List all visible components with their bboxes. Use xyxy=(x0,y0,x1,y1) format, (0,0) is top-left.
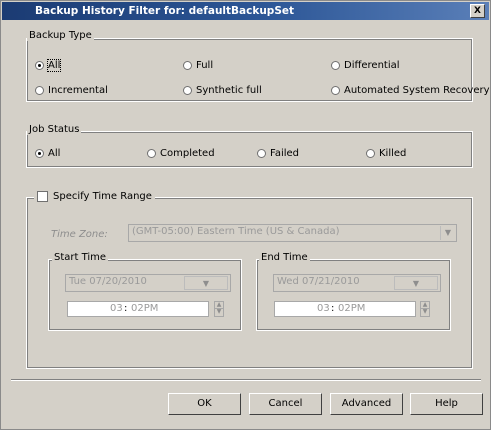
end-date-picker[interactable]: Wed 07/21/2010 ▼ xyxy=(273,274,441,292)
backup-type-differential-radio[interactable]: Differential xyxy=(331,58,400,72)
start-time-spinner[interactable]: ▲ ▼ xyxy=(214,301,224,317)
start-time-group xyxy=(48,259,242,331)
end-date-dropdown-button[interactable]: ▼ xyxy=(394,276,438,290)
end-time-legend: End Time xyxy=(259,252,310,263)
radio-icon xyxy=(35,85,44,95)
start-date-picker[interactable]: Tue 07/20/2010 ▼ xyxy=(65,274,231,292)
ok-button[interactable]: OK xyxy=(168,393,241,415)
end-time-minute[interactable]: 02PM xyxy=(338,302,365,316)
start-time-minute[interactable]: 02PM xyxy=(131,302,158,316)
radio-icon xyxy=(331,60,340,70)
time-zone-dropdown-button[interactable]: ▼ xyxy=(440,226,455,240)
end-time-spinner[interactable]: ▲ ▼ xyxy=(420,301,430,317)
start-date-dropdown-button[interactable]: ▼ xyxy=(184,276,228,290)
backup-type-full-label: Full xyxy=(196,59,214,71)
help-button[interactable]: Help xyxy=(410,393,483,415)
job-status-legend: Job Status xyxy=(27,124,82,135)
time-zone-label: Time Zone: xyxy=(51,229,108,240)
radio-icon xyxy=(257,148,266,158)
backup-type-legend: Backup Type xyxy=(27,30,94,41)
time-zone-dropdown[interactable]: (GMT-05:00) Eastern Time (US & Canada) ▼ xyxy=(128,224,457,242)
job-status-failed-label: Failed xyxy=(270,147,300,159)
start-time-hour[interactable]: 03 xyxy=(110,302,123,316)
radio-selected-icon xyxy=(35,148,44,158)
time-zone-value: (GMT-05:00) Eastern Time (US & Canada) xyxy=(132,226,340,237)
button-separator xyxy=(11,379,481,381)
backup-type-asr-label: Automated System Recovery xyxy=(344,84,490,96)
radio-icon xyxy=(366,148,375,158)
start-date-value: Tue 07/20/2010 xyxy=(69,276,147,287)
advanced-button[interactable]: Advanced xyxy=(330,393,403,415)
job-status-completed-label: Completed xyxy=(160,147,215,159)
job-status-completed-radio[interactable]: Completed xyxy=(147,146,215,160)
start-time-colon: : xyxy=(124,303,128,314)
backup-type-asr-radio[interactable]: Automated System Recovery xyxy=(331,83,490,97)
backup-history-filter-dialog: Backup History Filter for: defaultBackup… xyxy=(0,0,491,430)
job-status-killed-radio[interactable]: Killed xyxy=(366,146,406,160)
specify-time-range-checkbox[interactable] xyxy=(37,190,48,202)
chevron-down-icon: ▼ xyxy=(444,228,452,237)
end-time-hour[interactable]: 03 xyxy=(317,302,330,316)
spin-down-icon[interactable]: ▼ xyxy=(421,309,429,316)
backup-type-all-radio[interactable]: All xyxy=(35,58,62,72)
specify-time-range-label: Specify Time Range xyxy=(53,190,152,202)
radio-icon xyxy=(331,85,340,95)
close-icon: X xyxy=(474,6,481,16)
backup-type-full-radio[interactable]: Full xyxy=(183,58,213,72)
backup-type-synthetic-full-label: Synthetic full xyxy=(196,84,262,96)
end-date-value: Wed 07/21/2010 xyxy=(277,276,360,287)
end-time-group xyxy=(256,259,451,331)
start-time-input[interactable]: 03 : 02PM xyxy=(67,301,209,317)
spin-down-icon[interactable]: ▼ xyxy=(215,309,223,316)
radio-selected-icon xyxy=(35,60,44,70)
chevron-down-icon: ▼ xyxy=(202,279,210,288)
end-time-colon: : xyxy=(331,303,335,314)
radio-icon xyxy=(183,60,192,70)
backup-type-incremental-label: Incremental xyxy=(48,84,108,96)
backup-type-differential-label: Differential xyxy=(344,59,400,71)
start-time-legend: Start Time xyxy=(52,252,109,263)
end-time-input[interactable]: 03 : 02PM xyxy=(274,301,416,317)
radio-icon xyxy=(147,148,156,158)
radio-icon xyxy=(183,85,192,95)
backup-type-incremental-radio[interactable]: Incremental xyxy=(35,83,108,97)
title-bar[interactable]: Backup History Filter for: defaultBackup… xyxy=(2,2,489,20)
job-status-all-label: All xyxy=(48,147,61,159)
job-status-failed-radio[interactable]: Failed xyxy=(257,146,299,160)
close-button[interactable]: X xyxy=(470,4,485,18)
time-range-header: Specify Time Range xyxy=(34,189,155,203)
backup-type-synthetic-full-radio[interactable]: Synthetic full xyxy=(183,83,262,97)
window-title: Backup History Filter for: defaultBackup… xyxy=(35,5,295,17)
job-status-all-radio[interactable]: All xyxy=(35,146,60,160)
backup-type-all-label: All xyxy=(46,58,62,72)
cancel-button[interactable]: Cancel xyxy=(249,393,322,415)
chevron-down-icon: ▼ xyxy=(412,279,420,288)
job-status-killed-label: Killed xyxy=(379,147,407,159)
